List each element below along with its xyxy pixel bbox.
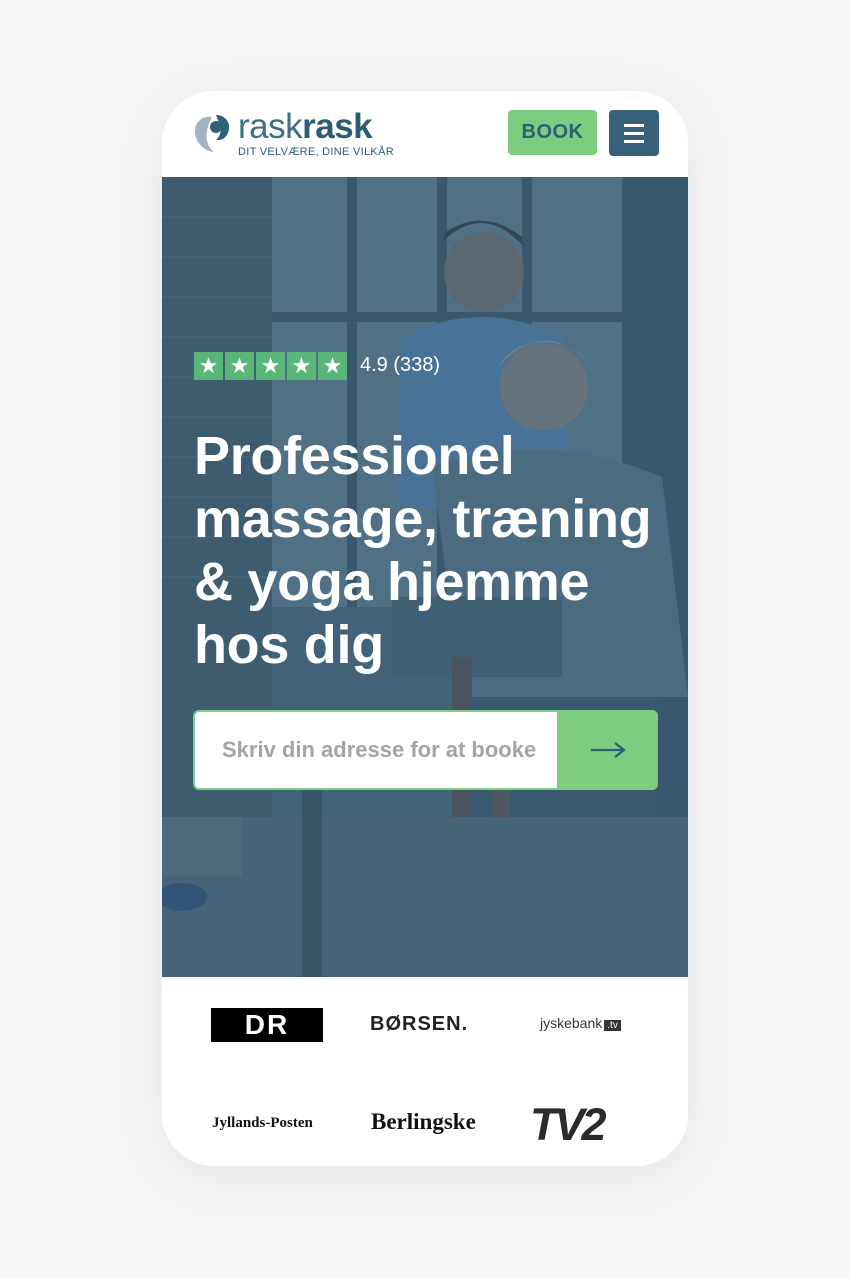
- address-submit-button[interactable]: [557, 710, 658, 790]
- site-header: raskrask DIT VELVÆRE, DINE VILKÅR BOOK: [162, 91, 688, 177]
- star-icon: ★: [225, 352, 254, 380]
- star-icon: ★: [287, 352, 316, 380]
- star-icon: ★: [256, 352, 285, 380]
- jyskebank-tv-logo: jyskebank .tv: [540, 1015, 621, 1031]
- rating-score[interactable]: 4.9 (338): [360, 354, 440, 377]
- borsen-logo: BØRSEN.: [370, 1013, 469, 1035]
- hero-headline: Professionel massage, træning & yoga hje…: [194, 426, 652, 675]
- jyllands-posten-logo: Jyllands-Posten: [212, 1115, 313, 1131]
- book-button[interactable]: BOOK: [508, 110, 597, 155]
- logo-wordmark: raskrask: [238, 107, 373, 146]
- hero-section: ★ ★ ★ ★ ★ 4.9 (338) Professionel massage…: [162, 177, 688, 977]
- hands-logo-icon: [194, 115, 230, 152]
- arrow-right-icon: [590, 742, 626, 758]
- berlingske-logo: Berlingske: [371, 1109, 476, 1134]
- trustpilot-stars[interactable]: ★ ★ ★ ★ ★: [194, 352, 347, 380]
- star-icon: ★: [194, 352, 223, 380]
- menu-button[interactable]: [609, 110, 659, 156]
- logo-tagline: DIT VELVÆRE, DINE VILKÅR: [238, 146, 394, 158]
- address-input[interactable]: [195, 712, 557, 788]
- address-search-form: [193, 710, 658, 790]
- press-logos: DR BØRSEN. jyskebank .tv Jyllands-Posten …: [162, 977, 688, 1166]
- star-icon: ★: [318, 352, 347, 380]
- raskrask-logo[interactable]: raskrask DIT VELVÆRE, DINE VILKÅR: [192, 107, 394, 159]
- dr-logo: DR: [211, 1008, 323, 1042]
- tv2-logo: TV2: [530, 1099, 607, 1150]
- phone-frame: raskrask DIT VELVÆRE, DINE VILKÅR BOOK ★…: [162, 91, 688, 1166]
